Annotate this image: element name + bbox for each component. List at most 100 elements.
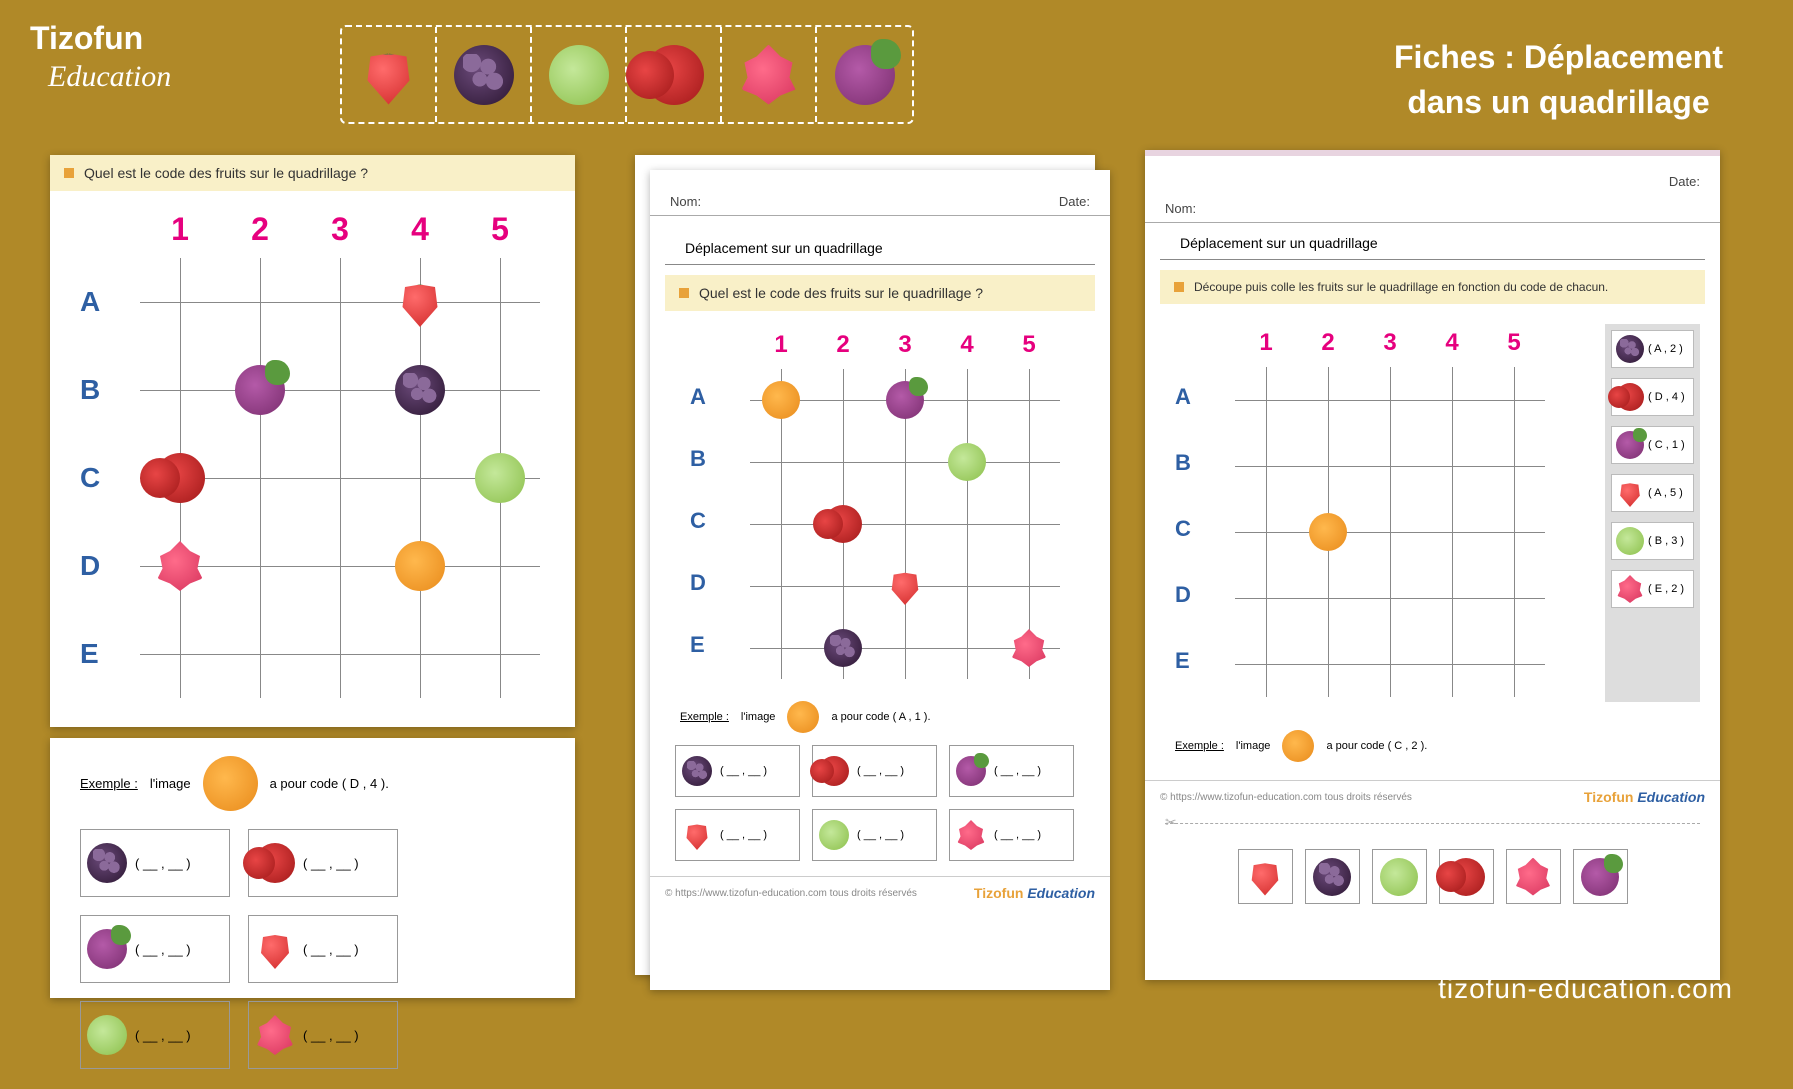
card3-cutout-row [1145, 834, 1720, 919]
grape-icon [235, 365, 285, 415]
strawberry-icon [1616, 479, 1644, 507]
answer-box: ( __ , __ ) [248, 1001, 398, 1069]
grape-icon [956, 756, 986, 786]
apple-icon [1616, 527, 1644, 555]
website-url: tizofun-education.com [1438, 973, 1733, 1005]
strawberry-icon [1246, 858, 1284, 896]
code-item: ( A , 5 ) [1611, 474, 1694, 512]
strawberry-icon [359, 45, 419, 105]
apple-icon [948, 443, 986, 481]
strawberry-icon [886, 567, 924, 605]
worksheet-card-3: Date: Nom: Déplacement sur un quadrillag… [1145, 150, 1720, 980]
brand-name-1: Tizofun [30, 20, 143, 56]
strawberry-icon [395, 277, 445, 327]
orange-icon [762, 381, 800, 419]
card3-banner: Découpe puis colle les fruits sur le qua… [1160, 270, 1705, 304]
title-line-1: Fiches : Déplacement [1394, 35, 1723, 80]
orange-icon [203, 756, 258, 811]
header-fruit-row [340, 25, 914, 124]
grape-icon [886, 381, 924, 419]
card2-banner: Quel est le code des fruits sur le quadr… [665, 275, 1095, 311]
blackberry-icon [682, 756, 712, 786]
card3-code-list: ( A , 2 ) ( D , 4 ) ( C , 1 ) ( A , 5 ) ( B … [1605, 324, 1700, 702]
grape-icon [835, 45, 895, 105]
code-item: ( B , 3 ) [1611, 522, 1694, 560]
cutout-cell [1238, 849, 1293, 904]
worksheet-card-1: Quel est le code des fruits sur le quadr… [50, 155, 575, 727]
card1-example: Exemple : l'image a pour code ( D , 4 ). [50, 738, 575, 829]
card3-footer: © https://www.tizofun-education.com tous… [1160, 792, 1412, 803]
code-item: ( D , 4 ) [1611, 378, 1694, 416]
cherry-icon [1447, 858, 1485, 896]
worksheet-card-1-answers: Exemple : l'image a pour code ( D , 4 ).… [50, 738, 575, 998]
card1-banner: Quel est le code des fruits sur le quadr… [50, 155, 575, 191]
cutout-cell [1305, 849, 1360, 904]
worksheet-card-2: Nom: Date: Déplacement sur un quadrillag… [650, 170, 1110, 990]
answer-box: ( __ , __ ) [949, 809, 1074, 861]
dragonfruit-icon [1010, 629, 1048, 667]
grape-icon [87, 929, 127, 969]
blackberry-icon [395, 365, 445, 415]
code-item: ( E , 2 ) [1611, 570, 1694, 608]
answer-box: ( __ , __ ) [812, 809, 937, 861]
answer-box: ( __ , __ ) [248, 829, 398, 897]
cherry-icon [1616, 383, 1644, 411]
apple-icon [1380, 858, 1418, 896]
cherry-icon [824, 505, 862, 543]
strawberry-icon [255, 929, 295, 969]
answer-box: ( __ , __ ) [812, 745, 937, 797]
code-item: ( C , 1 ) [1611, 426, 1694, 464]
apple-icon [549, 45, 609, 105]
card1-answer-boxes: ( __ , __ ) ( __ , __ ) ( __ , __ ) ( __ , … [50, 829, 575, 1089]
answer-box: ( __ , __ ) [80, 915, 230, 983]
dragonfruit-icon [155, 541, 205, 591]
card2-header: Nom: Date: [650, 188, 1110, 216]
brand-name-2: Education [48, 60, 171, 93]
grape-icon [1616, 431, 1644, 459]
dragonfruit-icon [255, 1015, 295, 1055]
blackberry-icon [1313, 858, 1351, 896]
card1-grid: 12345 ABCDE [50, 191, 575, 718]
answer-box: ( __ , __ ) [248, 915, 398, 983]
orange-icon [1309, 513, 1347, 551]
card2-section-title: Déplacement sur un quadrillage [665, 228, 1095, 265]
blackberry-icon [87, 843, 127, 883]
cutout-cell [1573, 849, 1628, 904]
cherry-icon [255, 843, 295, 883]
answer-box: ( __ , __ ) [675, 809, 800, 861]
answer-box: ( __ , __ ) [80, 829, 230, 897]
cherry-icon [819, 756, 849, 786]
dragonfruit-icon [956, 820, 986, 850]
orange-icon [395, 541, 445, 591]
title-line-2: dans un quadrillage [1394, 80, 1723, 125]
apple-icon [475, 453, 525, 503]
code-item: ( A , 2 ) [1611, 330, 1694, 368]
card2-footer: © https://www.tizofun-education.com tous… [665, 888, 917, 899]
answer-box: ( __ , __ ) [675, 745, 800, 797]
apple-icon [819, 820, 849, 850]
blackberry-icon [454, 45, 514, 105]
answer-box: ( __ , __ ) [949, 745, 1074, 797]
card1-col-headers: 12345 [140, 211, 545, 248]
cutout-cell [1506, 849, 1561, 904]
strawberry-icon [682, 820, 712, 850]
cut-line [1165, 823, 1700, 824]
orange-icon [1282, 730, 1314, 762]
cherry-icon [155, 453, 205, 503]
page-title: Fiches : Déplacement dans un quadrillage [1394, 35, 1723, 125]
orange-icon [787, 701, 819, 733]
blackberry-icon [1616, 335, 1644, 363]
blackberry-icon [824, 629, 862, 667]
cutout-cell [1372, 849, 1427, 904]
footer-logo: Tizofun Education [1584, 789, 1705, 805]
answer-box: ( __ , __ ) [80, 1001, 230, 1069]
dragonfruit-icon [1616, 575, 1644, 603]
cherry-icon [644, 45, 704, 105]
apple-icon [87, 1015, 127, 1055]
grape-icon [1581, 858, 1619, 896]
footer-logo: Tizofun Education [974, 885, 1095, 901]
brand-logo: Tizofun Education [30, 20, 171, 94]
dragonfruit-icon [739, 45, 799, 105]
dragonfruit-icon [1514, 858, 1552, 896]
card3-section-title: Déplacement sur un quadrillage [1160, 223, 1705, 260]
